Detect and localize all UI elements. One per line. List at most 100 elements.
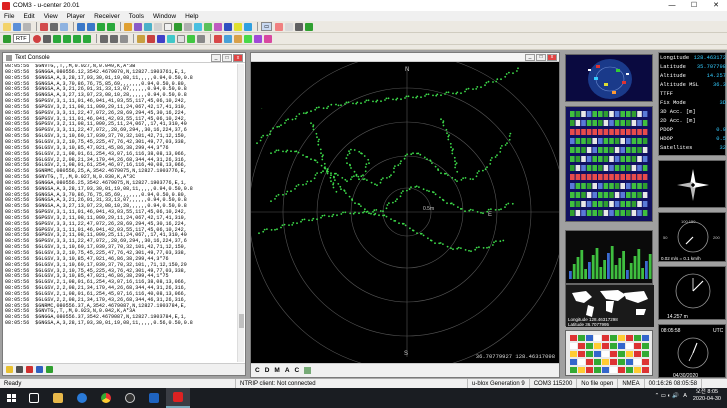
fix-icon[interactable] (305, 22, 314, 31)
sky-view-panel[interactable] (565, 54, 653, 102)
console-output[interactable]: 08:05:56 $GNVTG,,T,,M,0.027,N,0.049,K,A*… (5, 64, 237, 362)
packet-console-icon[interactable] (174, 22, 182, 31)
legend-icon[interactable] (295, 22, 304, 31)
taskbar-clock[interactable]: 오전 8:05 2020-04-30 (693, 389, 721, 403)
statistics-view-icon[interactable] (144, 22, 152, 31)
google-earth-icon[interactable] (234, 22, 242, 31)
open-file-icon[interactable] (3, 22, 11, 31)
lock-icon[interactable] (6, 366, 13, 373)
config-view-icon[interactable] (124, 22, 132, 31)
taskview-button[interactable] (22, 388, 46, 408)
messages-panel[interactable] (565, 330, 653, 376)
rcv-status-icon[interactable] (285, 22, 294, 31)
taskbar-explorer[interactable] (46, 388, 70, 408)
map-minimize-button[interactable]: _ (525, 54, 535, 61)
table-view-icon[interactable] (184, 22, 192, 31)
print-icon[interactable] (23, 22, 31, 31)
sat-level-panel[interactable] (565, 230, 653, 284)
menu-file[interactable]: File (4, 13, 14, 20)
clear-icon[interactable] (16, 366, 23, 373)
close-button[interactable]: ✕ (705, 0, 727, 11)
baud-display[interactable]: RTF (13, 34, 30, 43)
tool-e-icon[interactable] (176, 34, 185, 43)
connection-icon[interactable] (3, 34, 11, 43)
connect-icon[interactable] (77, 22, 85, 31)
console-scroll-thumb[interactable] (239, 314, 244, 328)
copy-icon[interactable] (50, 22, 58, 31)
save-log-icon[interactable] (46, 366, 53, 373)
cut-icon[interactable] (40, 22, 48, 31)
record-icon[interactable] (32, 34, 41, 43)
console-minimize-button[interactable]: _ (211, 54, 221, 62)
map-mode-c2[interactable]: C (295, 367, 300, 374)
clock-panel[interactable]: 08:05:58 UTC 04/30/2020 (658, 324, 726, 379)
save-icon[interactable] (13, 22, 21, 31)
tool-b-icon[interactable] (146, 34, 155, 43)
gnss-b-icon[interactable] (223, 34, 232, 43)
maximize-button[interactable]: ☐ (683, 0, 705, 11)
deviation-map-icon[interactable] (224, 22, 232, 31)
input-language[interactable]: A (683, 393, 687, 399)
map-mode-m[interactable]: M (274, 367, 279, 374)
docking-window-icon[interactable] (244, 22, 252, 31)
menu-tools[interactable]: Tools (129, 13, 144, 20)
tool-g-icon[interactable] (196, 34, 205, 43)
messages-view-icon[interactable] (134, 22, 142, 31)
menu-player[interactable]: Player (67, 13, 85, 20)
menu-help[interactable]: Help (185, 13, 198, 20)
map-titlebar[interactable] (251, 53, 559, 62)
start-button[interactable] (0, 388, 22, 408)
histogram-icon[interactable] (204, 22, 212, 31)
map-tool-icon[interactable] (304, 367, 312, 374)
skip-icon[interactable] (82, 34, 91, 43)
taskbar-app-p[interactable] (118, 388, 142, 408)
pause-icon[interactable] (109, 34, 118, 43)
tool-c-icon[interactable] (156, 34, 165, 43)
gnss-e-icon[interactable] (253, 34, 262, 43)
sat-level-icon[interactable] (275, 22, 284, 31)
console-close-button[interactable]: x (233, 54, 243, 62)
menu-receiver[interactable]: Receiver (94, 13, 120, 20)
eject-icon[interactable] (119, 34, 128, 43)
gnss-c-icon[interactable] (233, 34, 242, 43)
minimize-button[interactable]: — (661, 0, 683, 11)
filter-icon[interactable] (26, 366, 33, 373)
gnss-f-icon[interactable] (263, 34, 272, 43)
map-close-button[interactable]: x (547, 54, 557, 61)
console-scrollbar[interactable] (237, 64, 244, 362)
poll-icon[interactable] (97, 22, 105, 31)
sky-view-icon[interactable] (214, 22, 222, 31)
gnss-a-icon[interactable] (213, 34, 222, 43)
tool-a-icon[interactable] (136, 34, 145, 43)
console-maximize-button[interactable]: □ (222, 54, 232, 62)
taskbar-edge[interactable] (70, 388, 94, 408)
tool-d-icon[interactable] (166, 34, 175, 43)
tool-f-icon[interactable] (186, 34, 195, 43)
gnss-d-icon[interactable] (243, 34, 252, 43)
autobaud-icon[interactable] (107, 22, 115, 31)
map-mode-d[interactable]: D (265, 367, 270, 374)
stop-icon[interactable] (42, 34, 51, 43)
signal-bars-panel[interactable] (565, 106, 653, 222)
menu-view[interactable]: View (44, 13, 58, 20)
tray-icons[interactable]: ⌃ ▭ ◐ 🔊 (655, 393, 680, 399)
play-icon[interactable] (52, 34, 61, 43)
deviation-map-plot[interactable]: N S E 0.5m · 36.70779927 128.46317098 (248, 53, 566, 371)
rewind-icon[interactable] (99, 34, 108, 43)
speedometer-panel[interactable]: 100 150 50 200 0.02 m/s = 0.1 km/h (658, 212, 726, 262)
compass-panel[interactable] (658, 160, 726, 208)
fast-forward-icon[interactable] (62, 34, 71, 43)
map-maximize-button[interactable]: □ (536, 54, 546, 61)
menu-window[interactable]: Window (153, 13, 176, 20)
step-icon[interactable] (72, 34, 81, 43)
taskbar-chrome[interactable] (94, 388, 118, 408)
data-view-panel[interactable]: Longitude 128.463172 Latitude 35.707798 Alti… (658, 52, 726, 156)
taskbar-outlook[interactable] (142, 388, 166, 408)
world-map-panel[interactable]: Longitude 128.46317298 Latitude 36.70779… (565, 284, 654, 327)
altimeter-panel[interactable]: 14.257 m (658, 266, 726, 320)
find-icon[interactable] (36, 366, 43, 373)
binary-console-icon[interactable] (154, 22, 162, 31)
baudrate-icon[interactable] (87, 22, 95, 31)
menu-edit[interactable]: Edit (23, 13, 34, 20)
taskbar-ucenter[interactable] (166, 388, 190, 408)
